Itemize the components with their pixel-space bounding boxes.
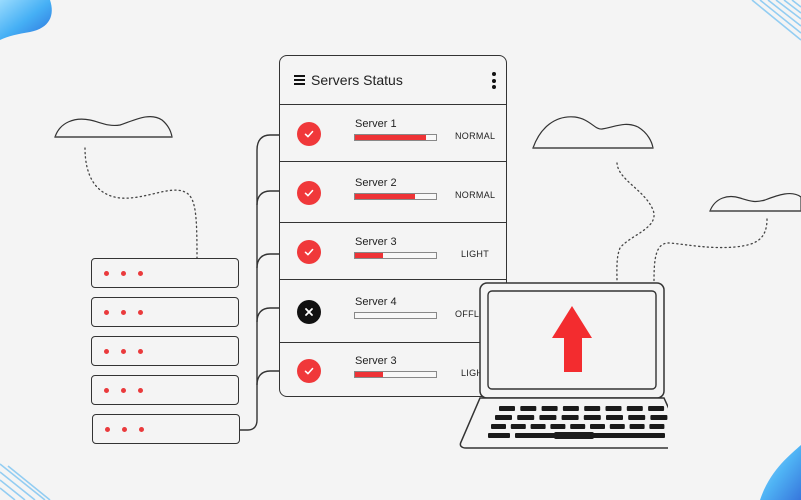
key [520,406,537,411]
trackpad [554,432,594,439]
key [510,424,526,429]
indicator-dot [138,349,143,354]
corner-wave-top-left [0,0,52,40]
indicator-dot [104,388,109,393]
rack-unit [91,336,239,366]
load-bar-fill [355,372,384,377]
indicator-dot [138,310,143,315]
indicator-dot [104,310,109,315]
key [495,415,512,420]
server-name: Server 2 [355,176,397,189]
indicator-dot [105,427,110,432]
rack-unit [91,258,239,288]
key [584,406,601,411]
key [517,415,535,420]
server-status-label: NORMAL [455,189,496,200]
key [606,415,623,420]
key [561,415,579,420]
load-bar-fill [355,193,415,199]
cloud-right [532,116,654,149]
laptop [459,282,668,449]
key [488,433,510,438]
indicator-dot [104,271,109,276]
key [649,424,665,429]
corner-wave-bottom-right [760,445,801,500]
load-bar [354,133,437,141]
load-bar [354,192,437,200]
key [605,406,622,411]
rack-unit [92,414,240,444]
key [629,424,645,429]
load-bar [354,311,437,319]
dotted-link-right-1 [616,162,655,283]
load-bar [354,371,437,378]
x-icon [297,299,321,324]
check-icon [297,239,321,264]
key [609,424,625,429]
check-icon [297,121,321,146]
key [499,406,515,411]
hamburger-icon[interactable] [294,75,305,85]
network-connectors [239,134,280,431]
load-bar-fill [355,134,427,140]
server-status-label: LIGHT [461,248,490,259]
kebab-menu-icon[interactable] [492,72,496,89]
key [583,415,601,420]
server-row[interactable]: Server 1 NORMAL [280,105,506,162]
load-bar-fill [355,252,383,258]
indicator-dot [122,427,127,432]
key [541,406,558,411]
cloud-left [54,116,173,138]
key [648,406,665,411]
indicator-dot [139,427,144,432]
indicator-dot [121,388,126,393]
dotted-link-left [84,147,198,259]
cloud-far-right [709,192,801,212]
key [570,424,586,429]
indicator-dot [121,310,126,315]
key [628,415,646,420]
check-icon [297,180,321,205]
server-name: Server 1 [355,117,397,130]
key [491,424,506,429]
key [626,406,643,411]
panel-title: Servers Status [311,72,403,88]
key [550,424,566,429]
corner-stripes-top-right [751,0,801,41]
indicator-dot [121,271,126,276]
corner-stripes-bottom-left [0,463,51,500]
server-name: Server 3 [355,235,397,248]
key [530,424,546,429]
panel-header: Servers Status [280,56,506,105]
key [590,424,605,429]
server-row[interactable]: Server 2 NORMAL [280,162,506,223]
indicator-dot [138,388,143,393]
check-icon [297,359,321,383]
load-bar [354,251,437,259]
server-row[interactable]: Server 3 LIGHT [280,223,506,280]
key [539,415,557,420]
indicator-dot [121,349,126,354]
server-status-label: NORMAL [455,130,496,141]
server-name: Server 4 [355,295,397,308]
server-name: Server 3 [355,355,397,367]
indicator-dot [138,271,143,276]
key [650,415,668,420]
dotted-link-right-2 [653,218,768,283]
key [562,406,579,411]
rack-unit [91,297,239,327]
laptop-base [459,397,668,449]
indicator-dot [104,349,109,354]
rack-unit [91,375,239,405]
